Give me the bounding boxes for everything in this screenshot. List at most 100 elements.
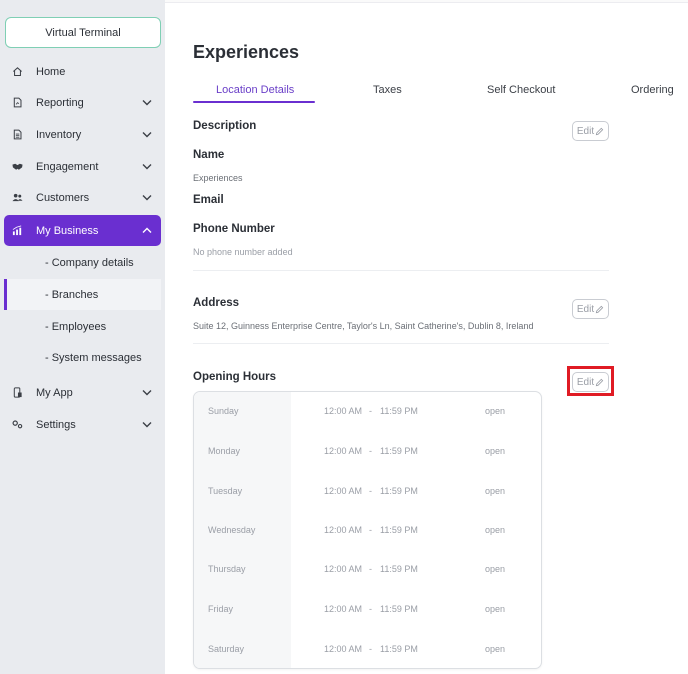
sidebar-item-customers[interactable]: Customers	[4, 182, 161, 213]
sidebar-subitem-label: - Employees	[45, 320, 107, 333]
gears-icon	[11, 419, 23, 431]
description-heading: Description	[193, 120, 257, 132]
pencil-icon	[595, 378, 604, 386]
sidebar-item-label: My App	[36, 386, 73, 399]
sidebar-item-my-app[interactable]: My App	[4, 377, 161, 408]
time-separator: -	[369, 486, 372, 496]
day-label: Saturday	[208, 644, 245, 654]
chevron-down-icon[interactable]	[141, 419, 153, 431]
chevron-up-icon[interactable]	[141, 225, 153, 237]
sidebar-item-label: Reporting	[36, 96, 84, 109]
chevron-down-icon[interactable]	[141, 161, 153, 173]
sidebar-subitem-employees[interactable]: - Employees	[4, 311, 161, 342]
hours-row: Friday 12:00 AM -11:59 PM open	[194, 600, 541, 620]
address-value: Suite 12, Guinness Enterprise Centre, Ta…	[193, 321, 534, 331]
time-separator: -	[369, 406, 372, 416]
open-time: 12:00 AM	[324, 644, 363, 654]
sidebar-item-inventory[interactable]: Inventory	[4, 119, 161, 150]
sidebar-item-label: Inventory	[36, 128, 82, 141]
opening-hours-heading: Opening Hours	[193, 371, 277, 383]
report-icon	[11, 97, 23, 109]
page-title: Experiences	[193, 42, 300, 62]
close-time: 11:59 PM	[380, 446, 418, 456]
tab-ordering[interactable]: Ordering	[631, 84, 674, 96]
sidebar-item-home[interactable]: Home	[4, 56, 161, 87]
day-label: Sunday	[208, 406, 239, 416]
hours-row: Thursday 12:00 AM -11:59 PM open	[194, 560, 541, 580]
chart-icon	[11, 225, 23, 237]
edit-opening-hours-button[interactable]: Edit	[572, 372, 609, 392]
chevron-down-icon[interactable]	[141, 387, 153, 399]
status-label: open	[485, 406, 506, 416]
name-label: Name	[193, 149, 225, 161]
edit-button-label: Edit	[576, 303, 595, 315]
tab-self-checkout[interactable]: Self Checkout	[487, 84, 555, 96]
document-icon	[11, 129, 23, 141]
hours-row: Saturday 12:00 AM -11:59 PM open	[194, 640, 541, 660]
pencil-icon	[595, 305, 604, 313]
edit-address-button[interactable]: Edit	[572, 299, 609, 319]
hours-row: Monday 12:00 AM -11:59 PM open	[194, 442, 541, 462]
close-time: 11:59 PM	[380, 486, 418, 496]
sidebar: Virtual Terminal Home Reporting Inventor…	[0, 0, 165, 674]
chevron-down-icon[interactable]	[141, 97, 153, 109]
day-label: Monday	[208, 446, 241, 456]
address-heading: Address	[193, 297, 240, 309]
virtual-terminal-button[interactable]: Virtual Terminal	[5, 17, 161, 48]
sidebar-item-label: Settings	[36, 418, 76, 431]
chevron-down-icon[interactable]	[141, 192, 153, 204]
day-label: Friday	[208, 604, 234, 614]
handshake-icon	[11, 161, 23, 173]
hours-row: Tuesday 12:00 AM -11:59 PM open	[194, 482, 541, 502]
mobile-icon	[11, 387, 23, 399]
hours-row: Wednesday 12:00 AM -11:59 PM open	[194, 521, 541, 541]
sidebar-item-label: Engagement	[36, 160, 99, 173]
edit-button-label: Edit	[576, 376, 595, 388]
users-icon	[11, 192, 23, 204]
top-strip	[165, 0, 688, 3]
sidebar-item-label: My Business	[36, 224, 99, 237]
sidebar-item-label: Home	[36, 65, 66, 78]
open-time: 12:00 AM	[324, 406, 363, 416]
sidebar-subitem-company-details[interactable]: - Company details	[4, 247, 161, 278]
open-time: 12:00 AM	[324, 525, 363, 535]
tab-location-details[interactable]: Location Details	[216, 84, 294, 96]
time-separator: -	[369, 564, 372, 574]
tab-bar: Location Details Taxes Self Checkout Ord…	[193, 80, 688, 104]
status-label: open	[485, 564, 506, 574]
close-time: 11:59 PM	[380, 564, 418, 574]
sidebar-item-label: Customers	[36, 191, 90, 204]
hours-row: Sunday 12:00 AM -11:59 PM open	[194, 402, 541, 422]
sidebar-item-reporting[interactable]: Reporting	[4, 87, 161, 118]
open-time: 12:00 AM	[324, 446, 363, 456]
phone-value: No phone number added	[193, 247, 293, 257]
close-time: 11:59 PM	[380, 525, 418, 535]
time-separator: -	[369, 525, 372, 535]
sidebar-item-engagement[interactable]: Engagement	[4, 151, 161, 182]
sidebar-subitem-label: - System messages	[45, 351, 142, 364]
open-time: 12:00 AM	[324, 564, 363, 574]
email-label: Email	[193, 194, 224, 206]
phone-label: Phone Number	[193, 223, 275, 235]
sidebar-item-settings[interactable]: Settings	[4, 409, 161, 440]
time-separator: -	[369, 644, 372, 654]
time-separator: -	[369, 604, 372, 614]
tab-taxes[interactable]: Taxes	[373, 84, 402, 96]
day-label: Thursday	[208, 564, 246, 574]
edit-description-button[interactable]: Edit	[572, 121, 609, 141]
time-separator: -	[369, 446, 372, 456]
status-label: open	[485, 644, 506, 654]
open-time: 12:00 AM	[324, 604, 363, 614]
status-label: open	[485, 486, 506, 496]
edit-button-label: Edit	[576, 125, 595, 137]
close-time: 11:59 PM	[380, 644, 418, 654]
sidebar-subitem-label: - Branches	[45, 288, 99, 301]
active-tab-indicator	[193, 101, 315, 103]
day-label: Wednesday	[208, 525, 256, 535]
sidebar-item-my-business[interactable]: My Business	[4, 215, 161, 246]
sidebar-subitem-branches[interactable]: - Branches	[4, 279, 161, 310]
section-divider	[193, 343, 609, 344]
home-icon	[11, 66, 23, 78]
sidebar-subitem-system-messages[interactable]: - System messages	[4, 342, 161, 373]
chevron-down-icon[interactable]	[141, 129, 153, 141]
